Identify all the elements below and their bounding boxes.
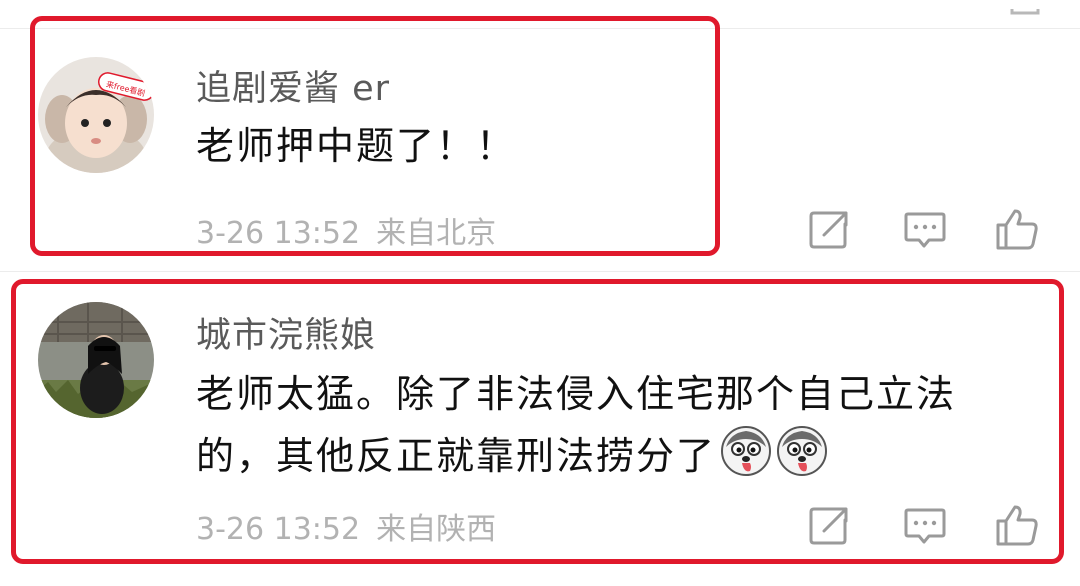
comment-icon (904, 212, 946, 248)
like-button[interactable] (994, 206, 1040, 252)
share-button[interactable] (806, 206, 852, 252)
action-bar (806, 206, 1046, 252)
thumbs-up-icon (996, 209, 1038, 250)
reply-button[interactable] (902, 206, 948, 252)
highlight-box (11, 279, 1064, 564)
share-icon (809, 211, 848, 249)
highlight-box (30, 16, 720, 256)
